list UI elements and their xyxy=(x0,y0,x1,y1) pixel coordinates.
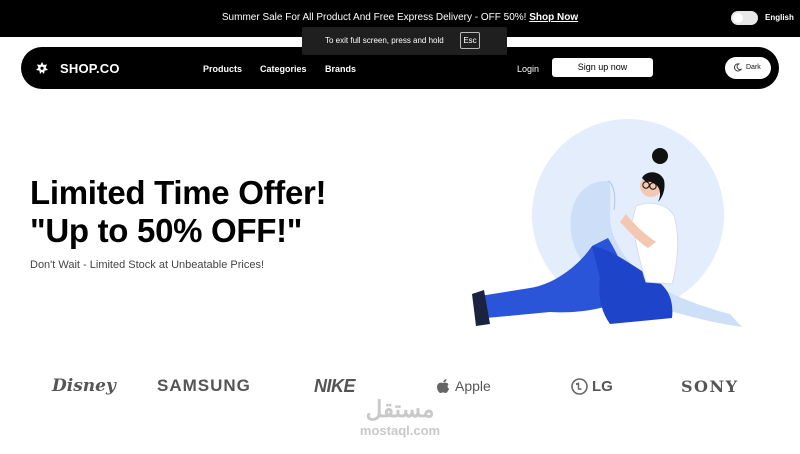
brand-apple-label: Apple xyxy=(455,378,491,394)
hero-subtitle: Don't Wait - Limited Stock at Unbeatable… xyxy=(30,259,265,271)
nav-link-products[interactable]: Products xyxy=(203,64,242,74)
nav-link-brands[interactable]: Brands xyxy=(325,64,356,74)
hero-title: Limited Time Offer! "Up to 50% OFF!" xyxy=(30,174,327,250)
watermark-latin: mostaql.com xyxy=(359,423,441,438)
brand-nike[interactable]: NIKE xyxy=(314,376,356,396)
fullscreen-notice-text: To exit full screen, press and hold xyxy=(325,36,444,45)
brand-samsung[interactable]: SAMSUNG xyxy=(157,376,251,396)
login-link[interactable]: Login xyxy=(517,64,539,74)
watermark: مستقل mostaql.com xyxy=(350,395,450,439)
nav-link-categories[interactable]: Categories xyxy=(260,64,307,74)
hero-illustration xyxy=(472,119,742,327)
hero-title-line-2: "Up to 50% OFF!" xyxy=(30,212,303,249)
announcement-text: Summer Sale For All Product And Free Exp… xyxy=(0,12,800,23)
dark-mode-button[interactable]: Dark xyxy=(725,57,771,79)
dark-mode-label: Dark xyxy=(746,64,761,71)
moon-icon xyxy=(733,63,742,72)
shop-now-link[interactable]: Shop Now xyxy=(529,12,578,23)
announcement-message: Summer Sale For All Product And Free Exp… xyxy=(221,12,530,23)
signup-button[interactable]: Sign up now xyxy=(552,58,653,77)
brand-lg[interactable]: LG xyxy=(571,376,613,396)
hero-title-line-1: Limited Time Offer! xyxy=(30,174,327,211)
apple-logo-icon xyxy=(437,379,449,393)
language-label: English xyxy=(765,13,794,22)
fullscreen-notice: To exit full screen, press and hold Esc xyxy=(302,27,507,55)
language-toggle[interactable] xyxy=(731,11,758,25)
brand-apple[interactable]: Apple xyxy=(436,376,491,396)
brand-lg-label: LG xyxy=(592,377,613,395)
brand-sony[interactable]: SONY xyxy=(681,376,739,396)
brand-disney[interactable]: Disney xyxy=(52,376,116,396)
watermark-arabic: مستقل xyxy=(365,396,435,422)
esc-key-badge: Esc xyxy=(460,32,480,49)
logo-icon xyxy=(36,62,48,74)
site-logo[interactable]: SHOP.CO xyxy=(60,61,120,76)
lg-logo-icon xyxy=(571,377,588,395)
